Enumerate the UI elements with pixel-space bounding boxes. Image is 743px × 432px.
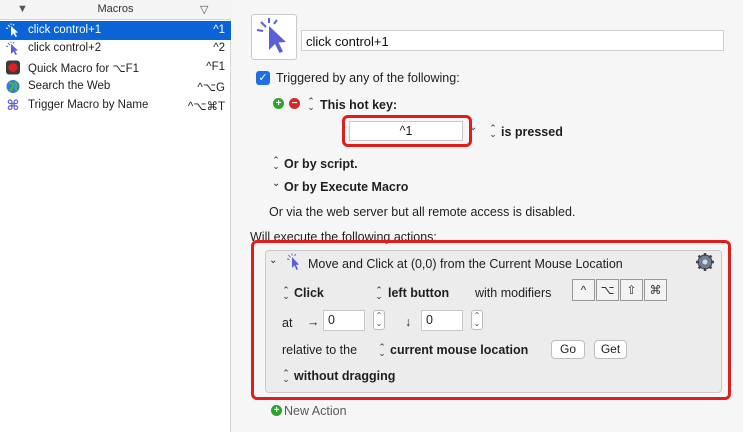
macro-item-label: Quick Macro for ⌥F1 xyxy=(28,63,140,75)
execute-macro-disclosure-icon[interactable]: ⌄ xyxy=(272,178,280,189)
macro-list-title: Macros xyxy=(97,3,134,15)
macro-item-label: click control+2 xyxy=(28,42,102,54)
command-icon: ⌘ xyxy=(6,97,20,113)
click-type-stepper-icon[interactable]: ⌃ ⌄ xyxy=(282,286,290,301)
macro-name-input[interactable]: click control+1 xyxy=(301,30,724,51)
pointer-click-icon xyxy=(5,23,18,37)
macro-item-search-the-web[interactable]: Search the Web ^⌥G xyxy=(0,77,231,96)
macro-item-shortcut: ^F1 xyxy=(206,61,225,73)
mouse-button-popup[interactable]: left button xyxy=(388,286,449,300)
new-action-icon[interactable]: + xyxy=(271,405,282,416)
hotkey-state-label[interactable]: is pressed xyxy=(501,125,563,139)
pointer-click-icon xyxy=(256,18,286,53)
hotkey-trigger-label: This hot key: xyxy=(320,98,398,112)
macro-item-quick-macro[interactable]: Quick Macro for ⌥F1 ^F1 xyxy=(0,58,231,77)
or-script-label: Or by script. xyxy=(284,157,358,171)
hotkey-field[interactable]: ^1 xyxy=(349,121,463,141)
command-modifier-toggle[interactable]: ⌘ xyxy=(644,279,667,301)
macro-item-trigger-macro-by-name[interactable]: ⌘ Trigger Macro by Name ^⌥⌘T xyxy=(0,96,231,115)
control-modifier-toggle[interactable]: ^ xyxy=(572,279,595,301)
macro-item-shortcut: ^⌥⌘T xyxy=(187,101,225,113)
macro-item-shortcut: ^1 xyxy=(213,24,225,36)
click-type-popup[interactable]: Click xyxy=(294,286,324,300)
get-button[interactable]: Get xyxy=(594,340,627,359)
pointer-click-icon xyxy=(5,41,18,55)
or-execute-macro-label: Or by Execute Macro xyxy=(284,180,409,194)
macro-icon-well[interactable] xyxy=(251,14,297,60)
macro-item-label: click control+1 xyxy=(28,24,102,36)
hotkey-state-stepper-icon[interactable]: ⌃ ⌄ xyxy=(489,124,497,139)
shift-modifier-toggle[interactable]: ⇧ xyxy=(620,279,643,301)
hotkey-dropdown-chevron-icon[interactable]: ⌄ xyxy=(469,122,477,133)
macro-item-label: Trigger Macro by Name xyxy=(28,99,149,111)
mouse-button-stepper-icon[interactable]: ⌃ ⌄ xyxy=(375,286,383,301)
trigger-header-label: Triggered by any of the following: xyxy=(276,71,460,85)
script-trigger-stepper-icon[interactable]: ⌃ ⌄ xyxy=(272,156,280,171)
option-modifier-toggle[interactable]: ⌥ xyxy=(596,279,619,301)
macro-item-label: Search the Web xyxy=(28,80,111,92)
remove-trigger-icon[interactable]: − xyxy=(289,98,300,109)
modifiers-label: with modifiers xyxy=(475,286,552,300)
macro-item-click-control-1[interactable]: click control+1 ^1 xyxy=(0,21,231,40)
go-button[interactable]: Go xyxy=(551,340,585,359)
triggered-checkbox[interactable]: ✓ xyxy=(256,71,270,85)
y-stepper[interactable]: ⌃ ⌄ xyxy=(471,310,483,330)
at-label: at xyxy=(282,316,293,330)
add-trigger-icon[interactable]: + xyxy=(273,98,284,109)
y-arrow-icon: ↓ xyxy=(405,315,412,329)
record-icon xyxy=(6,60,20,75)
macro-item-shortcut: ^2 xyxy=(213,42,225,54)
relative-to-label: relative to the xyxy=(282,343,358,357)
pointer-click-icon xyxy=(286,253,299,270)
y-coordinate-input[interactable]: 0 xyxy=(421,310,463,331)
relative-to-stepper-icon[interactable]: ⌃ ⌄ xyxy=(378,343,386,358)
action-collapse-chevron-icon[interactable]: ⌄ xyxy=(269,255,277,266)
macro-item-shortcut: ^⌥G xyxy=(197,82,225,94)
filter-triangle-icon[interactable]: ▽ xyxy=(200,3,208,16)
relative-to-popup[interactable]: current mouse location xyxy=(390,343,528,357)
action-title: Move and Click at (0,0) from the Current… xyxy=(308,257,623,271)
macro-list-header[interactable]: ▼ Macros ▽ xyxy=(0,0,231,20)
x-stepper[interactable]: ⌃ ⌄ xyxy=(373,310,385,330)
macro-item-click-control-2[interactable]: click control+2 ^2 xyxy=(0,39,231,58)
trigger-type-stepper-icon[interactable]: ⌃ ⌄ xyxy=(307,97,315,112)
drag-mode-popup[interactable]: without dragging xyxy=(294,369,395,383)
macro-editor: click control+1 ✓ Triggered by any of th… xyxy=(231,0,743,432)
globe-icon xyxy=(6,80,20,93)
gear-icon[interactable] xyxy=(695,252,715,272)
web-server-note: Or via the web server but all remote acc… xyxy=(269,205,576,219)
x-arrow-icon: → xyxy=(307,315,320,329)
new-action-button[interactable]: New Action xyxy=(284,404,347,418)
macro-list-sidebar: ▼ Macros ▽ click control+1 ^1 click cont… xyxy=(0,0,231,432)
x-coordinate-input[interactable]: 0 xyxy=(323,310,365,331)
drag-mode-stepper-icon[interactable]: ⌃ ⌄ xyxy=(282,369,290,384)
